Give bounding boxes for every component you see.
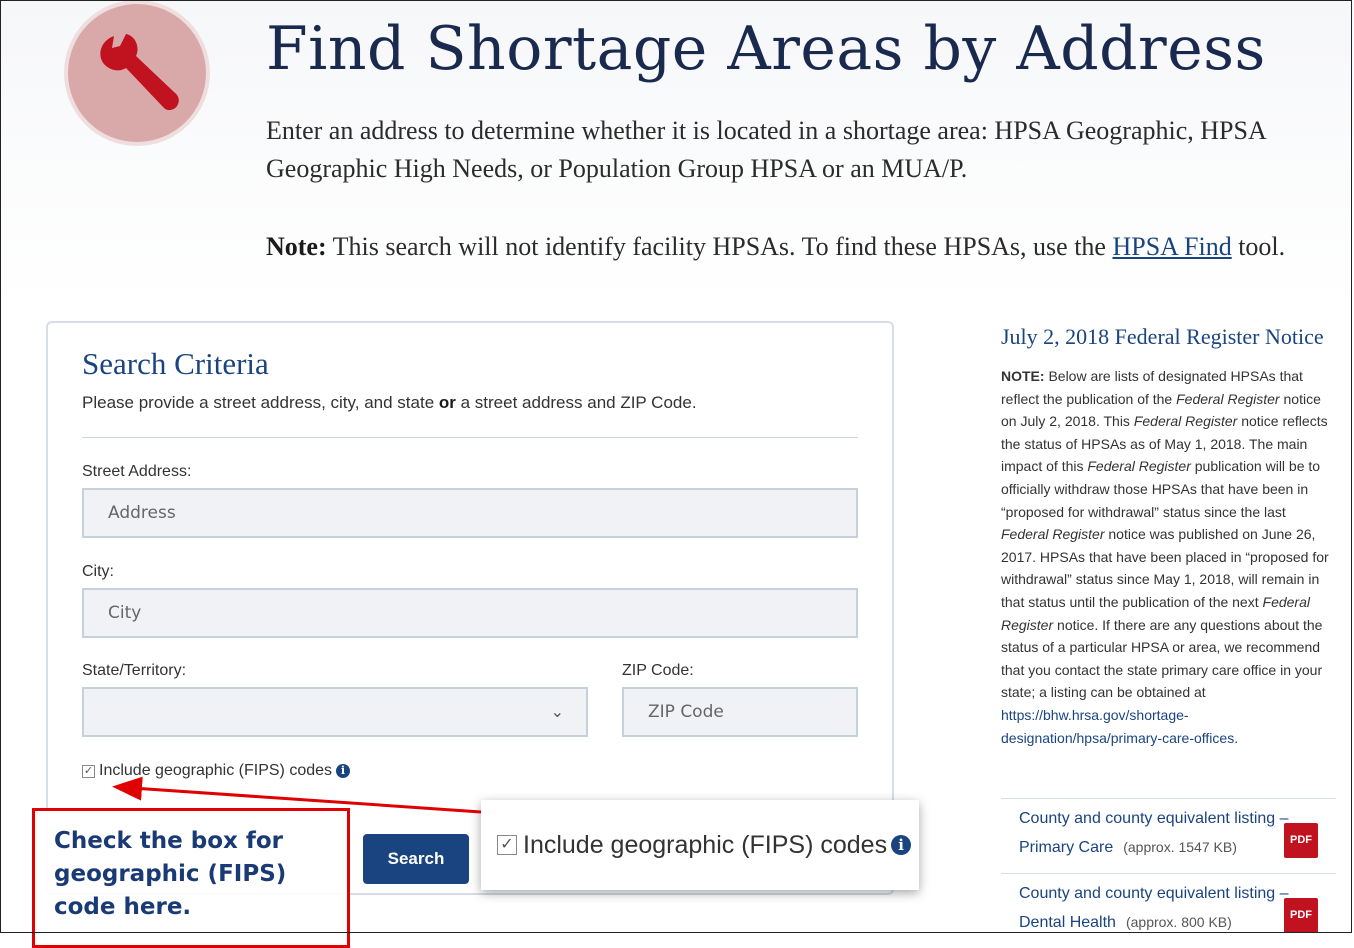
download-dental-health[interactable]: County and county equivalent listing – D… <box>1019 879 1335 937</box>
sidebar-divider <box>1001 873 1336 874</box>
primary-care-offices-link[interactable]: https://bhw.hrsa.gov/shortage-designatio… <box>1001 707 1234 746</box>
note-part: . <box>1234 729 1239 746</box>
fips-callout-label: Include geographic (FIPS) codes <box>523 830 888 859</box>
sidebar-divider <box>1001 798 1336 799</box>
download-primary-care[interactable]: County and county equivalent listing – P… <box>1019 804 1335 862</box>
state-label: State/Territory: <box>82 662 187 679</box>
fips-checkbox-row[interactable]: Include geographic (FIPS) codes i <box>82 762 351 780</box>
subtitle-or: or <box>438 393 456 412</box>
city-label: City: <box>82 563 114 580</box>
annotation-line: Check the box for <box>54 828 284 854</box>
search-button[interactable]: Search <box>363 834 469 884</box>
city-input[interactable] <box>82 588 858 638</box>
note-body: This search will not identify facility H… <box>326 232 1113 261</box>
wrench-icon <box>100 34 179 111</box>
file-size: (approx. 1547 KB) <box>1123 839 1237 855</box>
note-text: Note: This search will not identify faci… <box>266 228 1326 266</box>
zip-code-input[interactable] <box>622 687 858 737</box>
sidebar-note-label: NOTE: <box>1001 368 1045 384</box>
annotation-line: code here. <box>54 894 192 920</box>
chevron-down-icon: ⌄ <box>550 704 564 721</box>
street-address-input[interactable] <box>82 488 858 538</box>
annotation-line: geographic (FIPS) <box>54 861 287 887</box>
page-title: Find Shortage Areas by Address <box>266 14 1266 84</box>
subtitle-part: a street address and ZIP Code. <box>455 393 697 412</box>
note-italic: Federal Register <box>1176 390 1280 407</box>
logo <box>68 4 206 142</box>
note-label: Note: <box>266 232 327 261</box>
note-italic: Federal Register <box>1001 526 1105 543</box>
search-criteria-subtitle: Please provide a street address, city, a… <box>82 393 697 413</box>
intro-text: Enter an address to determine whether it… <box>266 116 1266 183</box>
note-tail: tool. <box>1231 232 1286 261</box>
hpsa-find-link[interactable]: HPSA Find <box>1112 232 1231 261</box>
annotation-box: Check the box for geographic (FIPS) code… <box>32 808 350 948</box>
sidebar-note: NOTE: Below are lists of designated HPSA… <box>1001 365 1337 749</box>
state-select[interactable]: ⌄ <box>82 687 588 737</box>
zip-code-label: ZIP Code: <box>622 662 694 679</box>
fips-checkbox-zoomed <box>497 834 517 855</box>
divider <box>82 437 858 438</box>
pdf-badge: PDF <box>1284 898 1318 933</box>
pdf-badge: PDF <box>1284 823 1318 858</box>
sidebar-title: July 2, 2018 Federal Register Notice <box>1001 324 1324 349</box>
file-size: (approx. 800 KB) <box>1125 914 1232 930</box>
search-criteria-title: Search Criteria <box>82 346 269 381</box>
subtitle-part: Please provide a street address, city, a… <box>82 393 439 412</box>
street-address-label: Street Address: <box>82 463 192 480</box>
fips-checkbox-label: Include geographic (FIPS) codes <box>99 762 333 779</box>
fips-zoom-callout: Include geographic (FIPS) codes i <box>481 800 919 890</box>
note-italic: Federal Register <box>1133 413 1238 430</box>
fips-checkbox[interactable] <box>82 764 95 778</box>
download-subtitle[interactable]: Primary Care <box>1019 839 1113 856</box>
info-icon[interactable]: i <box>336 764 351 778</box>
info-icon: i <box>891 835 912 855</box>
download-subtitle[interactable]: Dental Health <box>1019 914 1116 931</box>
note-italic: Federal Register <box>1087 458 1191 475</box>
